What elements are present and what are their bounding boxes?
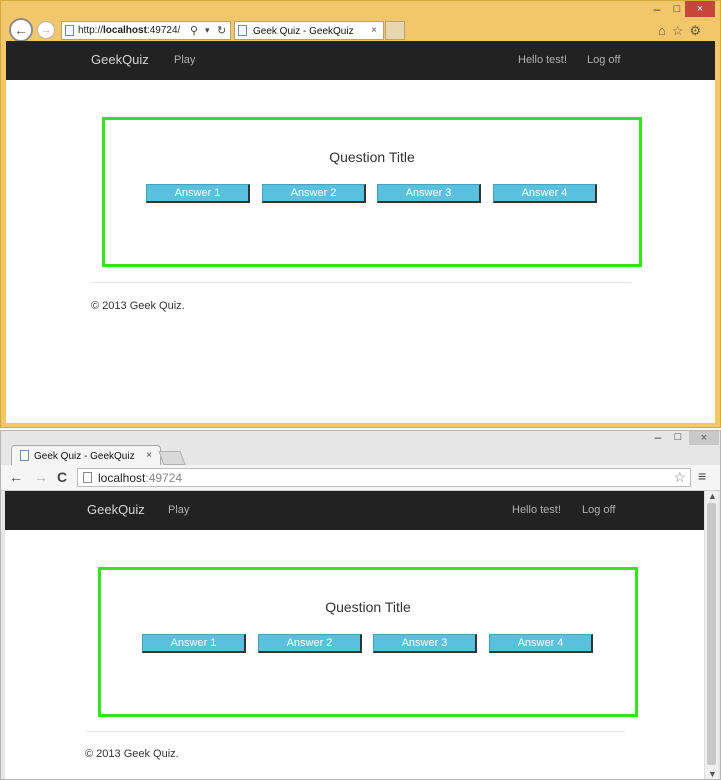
question-title: Question Title — [325, 599, 411, 615]
ie-page: GeekQuiz Play Hello test! Log off Questi… — [6, 41, 715, 423]
back-icon[interactable]: ← — [9, 18, 33, 42]
page-icon — [65, 25, 74, 36]
quiz-panel: Question Title Answer 1 Answer 2 Answer … — [98, 567, 638, 717]
user-greeting-link[interactable]: Hello test! — [512, 504, 561, 516]
omnibox-url: localhost:49724 — [98, 471, 182, 485]
footer-text: © 2013 Geek Quiz. — [85, 748, 179, 760]
answer-3-button[interactable]: Answer 3 — [373, 634, 477, 653]
close-tab-icon[interactable]: × — [371, 25, 377, 36]
answer-3-button[interactable]: Answer 3 — [377, 184, 481, 203]
close-tab-icon[interactable]: × — [146, 450, 152, 461]
answer-2-button[interactable]: Answer 2 — [258, 634, 362, 653]
brand-link[interactable]: GeekQuiz — [87, 502, 145, 517]
reload-icon[interactable]: C — [57, 469, 67, 485]
chrome-tab[interactable]: Geek Quiz - GeekQuiz × — [11, 445, 161, 465]
ie-address-bar[interactable]: http://localhost:49724/ ⚲ ▾ ↻ — [61, 21, 231, 40]
new-tab-button[interactable] — [385, 21, 405, 40]
favorites-icon[interactable]: ☆ — [672, 23, 690, 38]
answer-1-button[interactable]: Answer 1 — [146, 184, 250, 203]
gear-icon[interactable]: ⚙ — [690, 23, 708, 38]
star-icon[interactable]: ☆ — [673, 469, 686, 486]
search-icon[interactable]: ⚲ — [190, 24, 198, 37]
page-icon — [20, 450, 29, 461]
logoff-link[interactable]: Log off — [587, 54, 620, 66]
new-tab-button[interactable] — [158, 451, 186, 465]
forward-icon[interactable]: → — [34, 469, 48, 485]
ie-window: ← → http://localhost:49724/ ⚲ ▾ ↻ Geek Q… — [0, 0, 721, 428]
page-icon — [83, 472, 92, 483]
nav-play-link[interactable]: Play — [168, 504, 189, 516]
home-icon[interactable]: ⌂ — [658, 23, 672, 38]
navbar: GeekQuiz Play Hello test! Log off — [5, 491, 704, 530]
ie-tools: ⌂☆⚙ — [658, 23, 707, 39]
answer-4-button[interactable]: Answer 4 — [493, 184, 597, 203]
chrome-window: Geek Quiz - GeekQuiz × – □ × ← → C local… — [0, 430, 721, 780]
url-prefix: http:// — [78, 25, 104, 36]
user-greeting-link[interactable]: Hello test! — [518, 54, 567, 66]
logoff-link[interactable]: Log off — [582, 504, 615, 516]
scrollbar-thumb[interactable] — [707, 503, 716, 765]
ie-url: http://localhost:49724/ — [78, 25, 180, 36]
vertical-scrollbar[interactable]: ▲ ▼ — [704, 491, 718, 779]
close-window-button[interactable]: × — [689, 431, 719, 445]
ie-tab[interactable]: Geek Quiz - GeekQuiz × — [234, 21, 384, 40]
url-host: localhost — [98, 471, 146, 485]
url-host: localhost — [103, 25, 147, 36]
maximize-button[interactable]: □ — [669, 431, 687, 445]
forward-icon[interactable]: → — [37, 21, 55, 39]
scroll-up-icon[interactable]: ▲ — [708, 491, 717, 501]
url-port: :49724 — [145, 471, 183, 485]
quiz-panel: Question Title Answer 1 Answer 2 Answer … — [102, 117, 642, 267]
minimize-button[interactable]: – — [648, 3, 666, 17]
navbar: GeekQuiz Play Hello test! Log off — [6, 41, 715, 80]
omnibox[interactable]: localhost:49724 ☆ — [77, 468, 691, 487]
url-suffix: :49724/ — [146, 25, 181, 36]
back-icon[interactable]: ← — [9, 469, 23, 485]
ie-tab-title: Geek Quiz - GeekQuiz — [253, 26, 354, 37]
nav-play-link[interactable]: Play — [174, 54, 195, 66]
refresh-icon[interactable]: ↻ — [217, 24, 226, 37]
divider — [91, 282, 631, 283]
answer-4-button[interactable]: Answer 4 — [489, 634, 593, 653]
brand-link[interactable]: GeekQuiz — [91, 52, 149, 67]
divider — [85, 731, 625, 732]
maximize-button[interactable]: □ — [668, 3, 686, 17]
minimize-button[interactable]: – — [649, 431, 667, 445]
chrome-page: GeekQuiz Play Hello test! Log off Questi… — [5, 491, 704, 779]
chrome-tab-title: Geek Quiz - GeekQuiz — [34, 451, 135, 462]
ie-toolbar: ← → http://localhost:49724/ ⚲ ▾ ↻ Geek Q… — [1, 1, 720, 42]
menu-icon[interactable]: ≡ — [698, 468, 706, 484]
footer-text: © 2013 Geek Quiz. — [91, 300, 185, 312]
question-title: Question Title — [329, 149, 415, 165]
answer-2-button[interactable]: Answer 2 — [262, 184, 366, 203]
close-window-button[interactable]: × — [685, 1, 715, 17]
page-icon — [238, 25, 247, 36]
answer-1-button[interactable]: Answer 1 — [142, 634, 246, 653]
dropdown-icon[interactable]: ▾ — [205, 25, 210, 36]
chrome-toolbar: ← → C localhost:49724 ☆ ≡ — [1, 465, 720, 491]
scroll-down-icon[interactable]: ▼ — [708, 769, 717, 779]
